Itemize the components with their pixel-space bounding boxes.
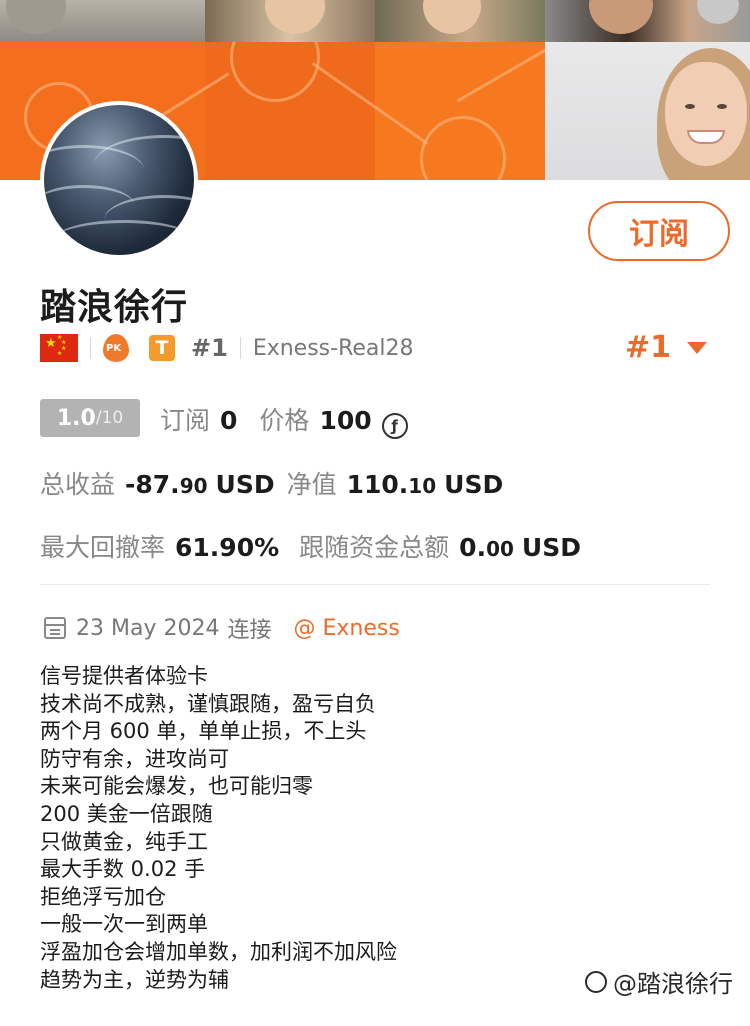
subscribe-button[interactable]: 订阅 [588,201,730,261]
subscriptions-label: 订阅 [160,406,211,435]
strategy-description: 信号提供者体验卡 技术尚不成熟，谨慎跟随，盈亏自负 两个月 600 单，单单止损… [40,663,397,994]
description-line: 趋势为主，逆势为辅 [40,967,229,992]
section-divider [40,584,710,585]
total-profit-label: 总收益 [40,470,116,499]
equity-unit: USD [444,470,504,499]
rank-label: #1 [191,334,228,362]
divider [239,337,241,359]
equity-value: 110.10 [346,470,437,499]
price-value: 100 [319,406,372,435]
badge-row: ★ ★ ★ ★ ★ PK T #1 Exness-Real28 [40,332,414,364]
banner-photo [375,0,545,42]
follow-funds-label: 跟随资金总额 [299,533,450,562]
description-line: 两个月 600 单，单单止损，不上头 [40,719,367,744]
zhihu-logo-icon [585,970,607,993]
caret-down-icon [687,341,708,354]
banner-photo-strip [0,0,750,42]
divider [90,337,91,359]
follow-funds-unit: USD [521,533,581,562]
rank-dropdown-label: #1 [625,330,672,365]
rating-badge: 1.0/10 [40,399,140,437]
description-line: 浮盈加仓会增加单数，加利润不加风险 [40,939,397,964]
avatar[interactable] [40,101,198,259]
max-drawdown-value: 61.90% [175,533,280,562]
description-line: 防守有余，进攻尚可 [40,746,229,771]
description-line: 信号提供者体验卡 [40,664,208,688]
banner-photo [0,0,205,42]
china-flag-icon: ★ ★ ★ ★ ★ [40,334,78,362]
total-profit-unit: USD [215,470,275,499]
watermark: @踏浪徐行 [585,964,733,999]
equity-label: 净值 [286,470,337,499]
profit-equity-line: 总收益 -87.90 USD 净值 110.10 USD [40,465,503,501]
banner-photo [205,0,375,42]
description-line: 未来可能会爆发，也可能归零 [40,774,313,799]
watermark-text: @踏浪徐行 [613,970,733,998]
description-line: 只做黄金，纯手工 [40,829,208,854]
connection-date: 23 May 2024 [76,615,220,641]
t-badge-icon: T [149,335,175,361]
rank-dropdown[interactable]: #1 [625,330,708,365]
connection-info: 23 May 2024 连接 @ Exness [44,612,400,644]
banner-photo [545,0,750,42]
connected-label: 连接 [227,618,272,643]
broker-link[interactable]: @ Exness [293,616,399,641]
follow-funds-value: 0.00 [459,533,514,562]
description-line: 最大手数 0.02 手 [40,857,206,882]
calendar-icon [44,617,66,639]
description-line: 一般一次一到两单 [40,912,208,937]
subscriptions-and-price: 订阅 0 价格 100 ƒ [160,401,408,439]
total-profit-value: -87.90 [125,470,208,499]
subscriptions-value: 0 [220,406,238,435]
pk-flame-icon: PK [103,334,129,362]
description-line: 技术尚不成熟，谨慎跟随，盈亏自负 [40,691,376,716]
description-line: 200 美金一倍跟随 [40,801,213,826]
description-line: 拒绝浮亏加仓 [40,884,166,909]
coin-icon: ƒ [381,413,408,439]
banner-model-photo [545,42,750,180]
max-drawdown-label: 最大回撤率 [40,533,166,562]
drawdown-funds-line: 最大回撤率 61.90% 跟随资金总额 0.00 USD [40,528,581,564]
price-label: 价格 [259,406,310,435]
provider-name: 踏浪徐行 [40,287,189,328]
broker-account: Exness-Real28 [252,335,414,361]
